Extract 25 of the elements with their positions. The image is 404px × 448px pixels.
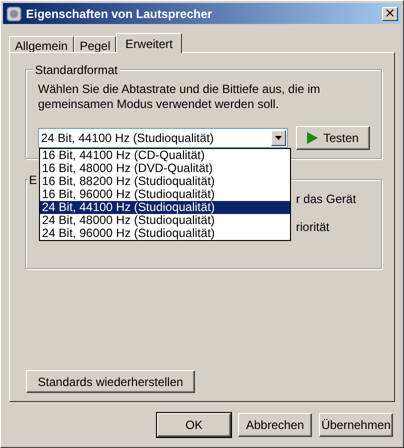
dropdown-option[interactable]: 16 Bit, 48000 Hz (DVD-Qualität) — [40, 162, 290, 175]
dropdown-option[interactable]: 24 Bit, 48000 Hz (Studioqualität) — [40, 214, 290, 227]
dialog-button[interactable]: Übernehmen — [319, 413, 393, 437]
tab[interactable]: Erweitert — [116, 33, 182, 53]
dropdown-option[interactable]: 24 Bit, 96000 Hz (Studioqualität) — [40, 227, 290, 240]
dropdown-value: 24 Bit, 44100 Hz (Studioqualität) — [41, 131, 215, 145]
tab[interactable]: Pegel — [74, 36, 116, 52]
test-button[interactable]: Testen — [296, 126, 370, 150]
restore-defaults-button[interactable]: Standards wiederherstellen — [26, 370, 195, 393]
speaker-icon — [6, 6, 22, 22]
group-title: E — [28, 173, 38, 187]
group-title: Standardformat — [33, 63, 120, 77]
option-label: riorität — [296, 220, 330, 234]
description-text: Wählen Sie die Abtastrate und die Bittiefe aus, die im gemeinsamen Modus verwendet werden soll. — [38, 82, 322, 112]
dropdown-option[interactable]: 16 Bit, 96000 Hz (Studioqualität) — [40, 188, 290, 201]
dropdown-option[interactable]: 16 Bit, 88200 Hz (Studioqualität) — [40, 175, 290, 188]
tab[interactable]: Allgemein — [9, 36, 74, 52]
close-button[interactable]: × — [382, 6, 398, 20]
dialog-button[interactable]: OK — [157, 413, 231, 437]
window-title: Eigenschaften von Lautsprecher — [26, 6, 214, 20]
dialog-button[interactable]: Abbrechen — [238, 413, 312, 437]
dropdown-option[interactable]: 16 Bit, 44100 Hz (CD-Qualität) — [40, 149, 290, 162]
play-icon — [307, 132, 318, 144]
option-label: r das Gerät — [296, 192, 358, 206]
dropdown-option[interactable]: 24 Bit, 44100 Hz (Studioqualität) — [40, 201, 290, 214]
